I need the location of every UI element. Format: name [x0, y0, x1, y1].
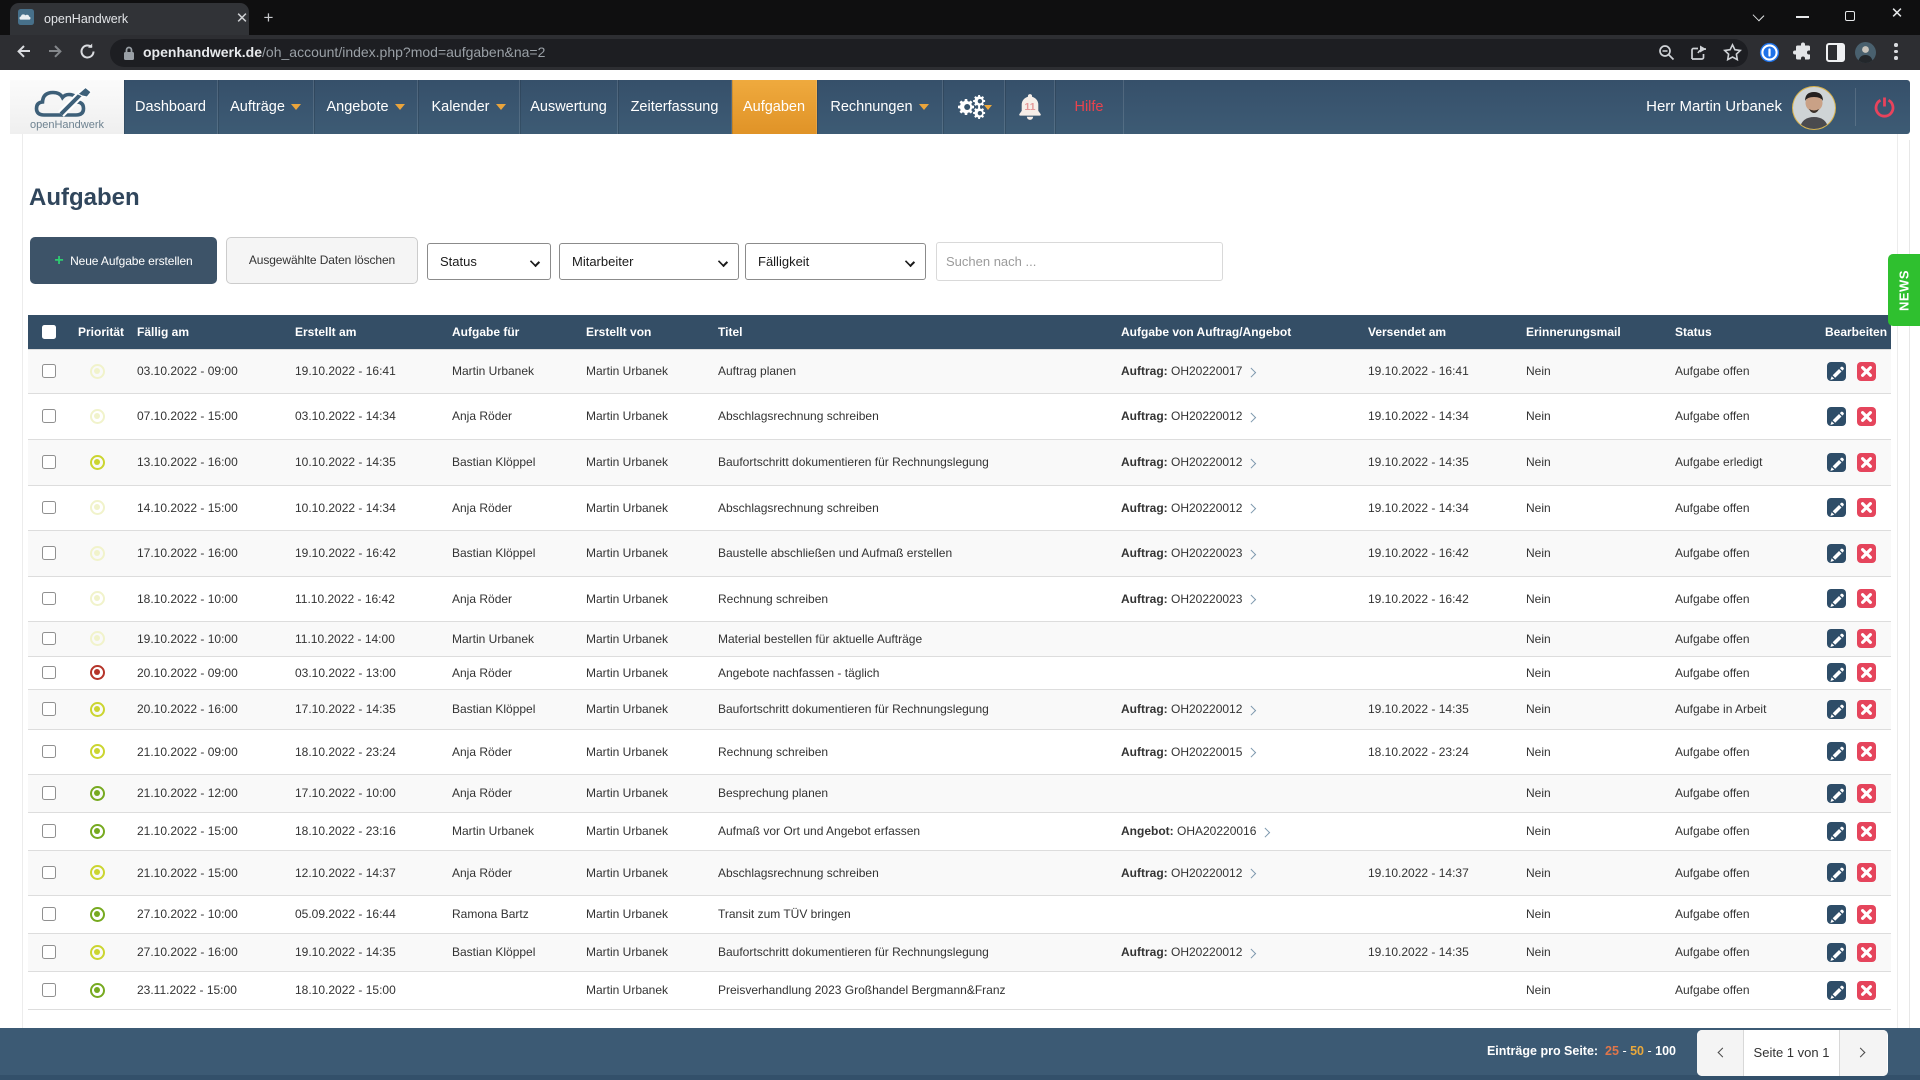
- svg-text:11: 11: [1024, 102, 1035, 113]
